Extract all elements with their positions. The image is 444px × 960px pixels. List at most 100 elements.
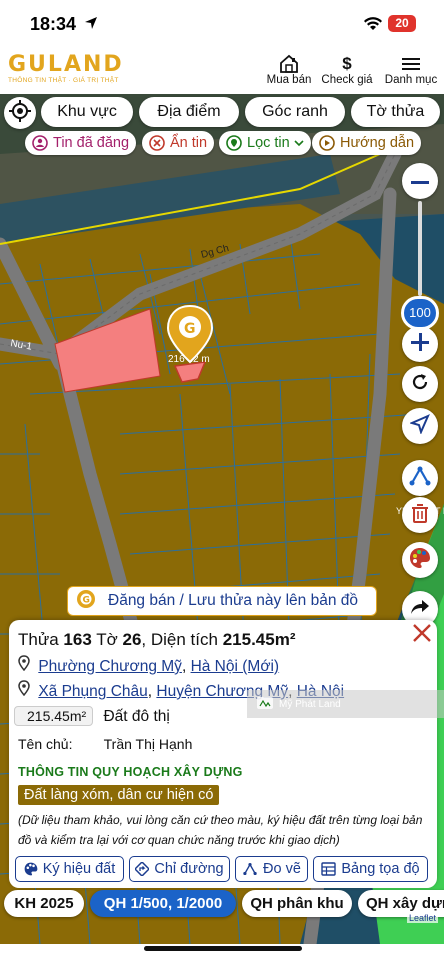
directions-icon bbox=[135, 862, 150, 876]
parcel-info-card: Thửa 163 Tờ 26, Diện tích 215.45m² Phườn… bbox=[9, 620, 437, 888]
owner-row: Tên chủ: Trần Thị Hạnh bbox=[18, 736, 192, 752]
tab-khu-vuc[interactable]: Khu vực bbox=[41, 97, 133, 127]
dollar-icon: $ bbox=[342, 54, 352, 73]
coordinate-table-button[interactable]: Bảng tọa độ bbox=[313, 856, 428, 882]
tab-to-thua[interactable]: Tờ thửa bbox=[351, 97, 440, 127]
address-sep: , bbox=[147, 683, 153, 700]
crosshair-icon bbox=[9, 99, 31, 127]
chevron-down-icon bbox=[294, 135, 304, 151]
locate-me-button[interactable] bbox=[4, 97, 36, 129]
nav-danh-muc-label: Danh mục bbox=[384, 74, 438, 86]
land-type: Đất đô thị bbox=[103, 708, 170, 725]
hide-icon bbox=[149, 135, 165, 151]
land-symbol-label: Ký hiệu đất bbox=[42, 861, 116, 877]
app-header: GULAND THÔNG TIN THẬT · GIÁ TRỊ THẬT Mua… bbox=[0, 48, 444, 94]
app-screen: 18:34 20 GULAND THÔNG TIN THẬT · GIÁ TRỊ… bbox=[0, 0, 444, 960]
dien-tich-label: , Diện tích bbox=[141, 630, 218, 649]
menu-icon bbox=[383, 54, 439, 74]
zoom-slider-track[interactable] bbox=[418, 201, 422, 296]
chip-huong-dan-label: Hướng dẫn bbox=[340, 135, 415, 151]
chip-huong-dan[interactable]: Hướng dẫn bbox=[312, 131, 422, 155]
table-icon bbox=[321, 862, 337, 876]
draw-tool-button[interactable] bbox=[402, 460, 438, 496]
home-indicator bbox=[0, 944, 444, 960]
zoom-out-button[interactable] bbox=[402, 163, 438, 199]
chip-tin-da-dang-label: Tin đã đăng bbox=[53, 135, 130, 151]
chip-loc-tin[interactable]: Lọc tin bbox=[219, 131, 311, 155]
draw-icon bbox=[409, 465, 431, 492]
measure-label: Đo vẽ bbox=[263, 861, 301, 877]
directions-label: Chỉ đường bbox=[154, 861, 224, 877]
plus-icon bbox=[411, 332, 429, 356]
map-marker-icon bbox=[18, 655, 34, 676]
battery-indicator: 20 bbox=[388, 15, 416, 32]
measure-button[interactable]: Đo vẽ bbox=[235, 856, 308, 882]
layer-qh-1-500[interactable]: QH 1/500, 1/2000 bbox=[90, 890, 236, 917]
palette-icon bbox=[24, 862, 38, 876]
post-parcel-label: Đăng bán / Lưu thửa này lên bản đồ bbox=[108, 592, 358, 609]
directions-button[interactable]: Chỉ đường bbox=[129, 856, 230, 882]
svg-text:G: G bbox=[83, 595, 90, 605]
minus-icon bbox=[411, 172, 429, 190]
owner-name: Trần Thị Hạnh bbox=[103, 736, 193, 752]
svg-text:G: G bbox=[184, 321, 196, 337]
watermark-logo-icon bbox=[257, 696, 273, 712]
planning-title: THÔNG TIN QUY HOẠCH XÂY DỰNG bbox=[18, 765, 243, 779]
filter-icon bbox=[226, 135, 242, 151]
planning-tag-row: Đất làng xóm, dân cư hiện có bbox=[18, 785, 220, 805]
close-icon bbox=[411, 624, 433, 648]
layer-kh-2025[interactable]: KH 2025 bbox=[4, 890, 84, 917]
old-commune-link[interactable]: Xã Phụng Châu bbox=[38, 683, 147, 700]
chip-loc-tin-label: Lọc tin bbox=[247, 135, 290, 151]
tab-dia-diem[interactable]: Địa điểm bbox=[139, 97, 239, 127]
guland-logo[interactable]: GULAND THÔNG TIN THẬT · GIÁ TRỊ THẬT bbox=[8, 52, 124, 84]
parcel-area: 215.45m² bbox=[222, 630, 296, 649]
land-type-row: 215.45m² Đất đô thị bbox=[14, 706, 170, 726]
nav-check-gia-label: Check giá bbox=[321, 74, 373, 86]
status-bar: 18:34 20 bbox=[0, 0, 444, 48]
status-time: 18:34 bbox=[30, 14, 77, 34]
nav-mua-ban-label: Mua bán bbox=[266, 74, 312, 86]
color-legend-button[interactable] bbox=[402, 542, 438, 578]
delete-drawing-button[interactable] bbox=[402, 497, 438, 533]
nav-mua-ban[interactable]: Mua bán bbox=[266, 54, 312, 86]
navigate-button[interactable] bbox=[402, 408, 438, 444]
to-number: 26 bbox=[122, 630, 142, 649]
tab-goc-ranh[interactable]: Góc ranh bbox=[245, 97, 345, 127]
nav-danh-muc[interactable]: Danh mục bbox=[383, 54, 439, 86]
address-sep: , bbox=[181, 658, 187, 675]
disclaimer-note: (Dữ liệu tham khảo, vui lòng căn cứ theo… bbox=[18, 813, 423, 847]
chip-an-tin-label: Ẩn tin bbox=[170, 135, 208, 151]
area-box: 215.45m² bbox=[14, 706, 94, 726]
logo-tagline: THÔNG TIN THẬT · GIÁ TRỊ THẬT bbox=[8, 77, 119, 84]
house-icon bbox=[266, 54, 312, 74]
map-attribution[interactable]: Leaflet bbox=[406, 913, 438, 923]
chip-an-tin[interactable]: Ẩn tin bbox=[142, 131, 215, 155]
share-icon bbox=[410, 599, 430, 620]
parcel-title: Thửa 163 Tờ 26, Diện tích 215.45m² bbox=[18, 630, 295, 650]
watermark-text: Mỹ Phát Land bbox=[279, 698, 341, 710]
zoom-level-badge[interactable]: 100 bbox=[401, 296, 439, 330]
zoom-in-button[interactable] bbox=[402, 326, 438, 362]
navigation-arrow-icon bbox=[409, 413, 430, 439]
new-address-row: Phường Chương Mỹ, Hà Nội (Mới) bbox=[18, 655, 279, 676]
post-parcel-banner[interactable]: G Đăng bán / Lưu thửa này lên bản đồ bbox=[67, 586, 377, 616]
watermark: Mỹ Phát Land bbox=[247, 690, 444, 718]
land-symbol-button[interactable]: Ký hiệu đất bbox=[15, 856, 124, 882]
new-ward-link[interactable]: Phường Chương Mỹ bbox=[38, 658, 182, 675]
refresh-icon bbox=[410, 372, 430, 397]
guland-pin-icon: G bbox=[76, 589, 96, 614]
chip-tin-da-dang[interactable]: Tin đã đăng bbox=[25, 131, 137, 155]
layer-qh-phan-khu[interactable]: QH phân khu bbox=[242, 890, 352, 917]
to-label: Tờ bbox=[96, 630, 118, 649]
close-card-button[interactable] bbox=[411, 622, 435, 646]
measure-icon bbox=[242, 862, 258, 876]
new-city-link[interactable]: Hà Nội (Mới) bbox=[191, 658, 280, 675]
nav-check-gia[interactable]: $ Check giá bbox=[320, 54, 374, 86]
home-indicator-pill[interactable] bbox=[144, 946, 302, 951]
thua-label: Thửa bbox=[18, 630, 59, 649]
coordinate-table-label: Bảng tọa độ bbox=[341, 861, 420, 877]
thua-number: 163 bbox=[63, 630, 92, 649]
posted-icon bbox=[32, 135, 48, 151]
refresh-button[interactable] bbox=[402, 366, 438, 402]
